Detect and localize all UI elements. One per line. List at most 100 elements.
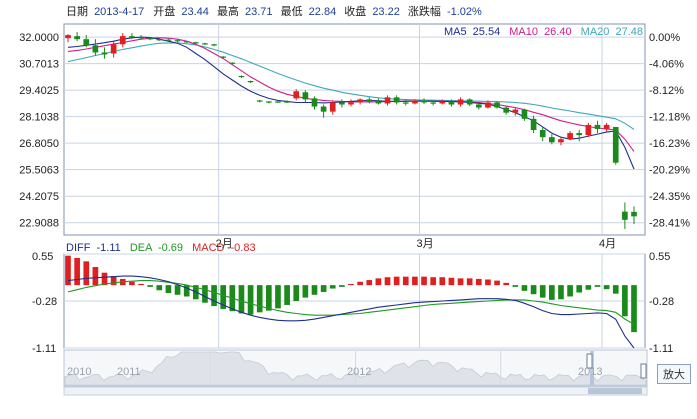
macd-bar: [558, 285, 564, 300]
macd-bar: [138, 284, 144, 286]
price-tick-label: 29.4025: [19, 85, 59, 97]
diff-label: DIFF: [66, 242, 91, 254]
candle-body: [384, 97, 391, 104]
quote-header: 日期 2013-4-17 开盘 23.44 最高 23.71 最低 22.84 …: [66, 4, 482, 18]
macd-bar: [412, 276, 418, 286]
macd-bar: [320, 285, 327, 292]
macd-tick-label-right: -0.28: [649, 296, 674, 308]
candle-body: [530, 118, 537, 131]
macd-bar: [430, 277, 436, 286]
diff-value: -1.11: [97, 242, 121, 254]
candle-body: [74, 36, 80, 40]
candle-body: [485, 102, 491, 108]
macd-bar: [448, 277, 455, 286]
macd-bar: [247, 285, 254, 315]
candle-body: [576, 133, 583, 136]
overview-scrollbar[interactable]: [63, 386, 648, 396]
candle-body: [138, 37, 144, 39]
high-label: 最高: [217, 4, 239, 18]
overview-slider-left-handle[interactable]: [586, 353, 593, 369]
candle-body: [83, 39, 90, 46]
stock-chart: 32.0000 30.7013 29.4025 28.1038 26.8050 25.50…: [0, 0, 697, 414]
macd-bar: [530, 285, 537, 295]
macd-bar: [485, 279, 491, 286]
percent-tick-label: -8.12%: [649, 85, 684, 97]
candle-body: [256, 100, 263, 102]
macd-bar: [512, 285, 519, 287]
candle-body: [147, 38, 153, 40]
price-tick-label: 25.5063: [19, 165, 59, 177]
dea-value: -0.69: [158, 242, 183, 254]
macd-bar: [375, 278, 382, 286]
percent-tick-label: -20.29%: [649, 165, 690, 177]
macd-bar: [129, 281, 135, 286]
candle-body: [174, 40, 181, 42]
candle-body: [339, 102, 345, 105]
macd-bar: [211, 285, 217, 307]
macd-bar: [439, 277, 446, 286]
candle-body: [202, 43, 208, 45]
percent-axis-labels: 0.00% -4.06% -8.12% -12.18% -16.23% -20.29% -2…: [649, 32, 690, 230]
price-axis-labels: 32.0000 30.7013 29.4025 28.1038 26.8050 25.50…: [19, 32, 59, 230]
candle-body: [466, 99, 473, 105]
macd-bar: [202, 285, 208, 303]
candle-body: [448, 101, 455, 105]
macd-value: -0.83: [231, 242, 256, 254]
macd-bar: [475, 278, 482, 286]
candle-body: [92, 45, 99, 53]
candle-body: [275, 101, 281, 103]
macd-bar: [302, 285, 309, 298]
candle-body: [430, 102, 436, 104]
change-label: 涨跌幅: [408, 4, 441, 18]
candle-body: [119, 36, 126, 45]
candle-body: [457, 99, 464, 105]
macd-bar: [503, 282, 510, 286]
macd-bar: [284, 285, 290, 305]
month-label: 3月: [416, 238, 433, 250]
candle-body: [549, 137, 555, 143]
candle-body: [612, 126, 619, 163]
candle-body: [594, 124, 601, 129]
candle-body: [266, 101, 272, 103]
macd-bar: [275, 285, 281, 309]
macd-tick-label-left: -0.28: [32, 296, 57, 308]
open-value: 23.44: [181, 6, 209, 18]
zoom-button[interactable]: 放大: [657, 364, 691, 384]
ma20-label: MA20: [581, 26, 610, 38]
candle-body: [156, 39, 163, 41]
macd-tick-label-right: 0.55: [649, 251, 670, 263]
percent-tick-label: -24.35%: [649, 191, 690, 203]
ma20-value: 27.48: [615, 26, 643, 38]
candle-body: [211, 44, 217, 46]
overview-slider-right-handle[interactable]: [640, 363, 647, 379]
close-value: 23.22: [372, 6, 400, 18]
macd-bar: [238, 285, 245, 314]
percent-tick-label: 0.00%: [649, 32, 680, 44]
macd-bar: [74, 257, 80, 286]
candle-body: [238, 75, 245, 78]
candle-body: [539, 130, 546, 138]
macd-bar: [603, 285, 610, 290]
overview-year-label: 2012: [347, 366, 371, 378]
date-label: 日期: [66, 5, 88, 18]
overview-year-label: 2010: [67, 366, 91, 378]
candle-body: [101, 52, 108, 55]
candle-body: [320, 106, 327, 112]
price-tick-label: 30.7013: [19, 59, 59, 71]
candle-body: [521, 109, 528, 119]
candle-body: [603, 124, 610, 129]
candle-body: [329, 102, 336, 112]
macd-bar: [384, 277, 391, 286]
macd-bar: [494, 280, 500, 286]
overview-scrollbar-thumb[interactable]: [588, 388, 642, 394]
low-label: 最低: [281, 5, 303, 18]
macd-bar: [366, 280, 373, 286]
low-value: 22.84: [309, 6, 337, 18]
ma10-label: MA10: [509, 26, 538, 38]
macd-bar: [521, 285, 528, 291]
macd-bar: [457, 278, 464, 286]
macd-bar: [83, 261, 90, 286]
candle-body: [183, 41, 190, 43]
macd-bar: [174, 285, 181, 295]
macd-bar: [311, 285, 318, 295]
